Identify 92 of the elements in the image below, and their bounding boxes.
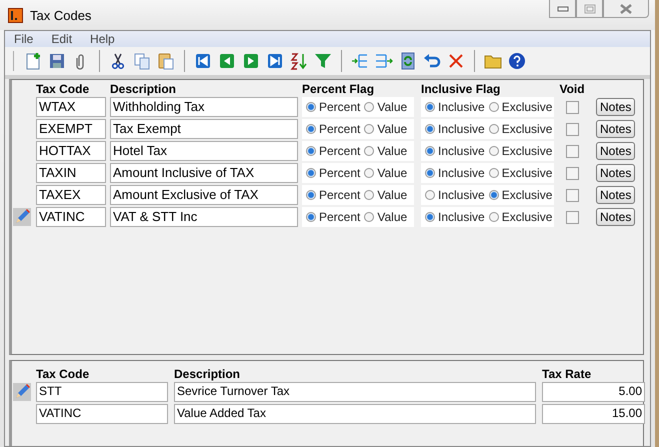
notes-button[interactable]: Notes bbox=[596, 98, 636, 116]
void-checkbox[interactable] bbox=[566, 188, 578, 202]
close-button[interactable] bbox=[603, 0, 649, 18]
description-field[interactable]: Amount Exclusive of TAX bbox=[110, 185, 298, 205]
radio-button[interactable]: Exclusive bbox=[488, 100, 552, 114]
menu-item[interactable]: File bbox=[13, 32, 34, 46]
tax-code-field[interactable]: VATINC bbox=[36, 207, 106, 227]
description-field[interactable]: Sevrice Turnover Tax bbox=[174, 382, 536, 402]
radio-button[interactable]: Inclusive bbox=[425, 166, 485, 180]
radio-button[interactable]: Value bbox=[364, 166, 408, 180]
radio-button[interactable]: Percent bbox=[306, 100, 360, 114]
description-field[interactable]: Withholding Tax bbox=[110, 97, 298, 117]
radio-button[interactable]: Exclusive bbox=[488, 210, 552, 224]
radio-button[interactable]: Inclusive bbox=[425, 100, 485, 114]
notes-button[interactable]: Notes bbox=[596, 120, 636, 138]
radio-button[interactable]: Exclusive bbox=[488, 166, 552, 180]
app-icon bbox=[8, 8, 23, 22]
void-checkbox[interactable] bbox=[566, 210, 578, 224]
description-field[interactable]: Tax Exempt bbox=[110, 119, 298, 139]
cut-icon bbox=[109, 52, 127, 70]
radio-button[interactable]: Value bbox=[364, 100, 408, 114]
column-header: Void bbox=[560, 82, 584, 96]
radio-button[interactable]: Inclusive bbox=[425, 210, 485, 224]
menu-item[interactable]: Edit bbox=[50, 32, 74, 46]
column-header: Tax Rate bbox=[542, 367, 592, 381]
void-checkbox[interactable] bbox=[566, 100, 578, 114]
help-button[interactable] bbox=[506, 51, 528, 71]
radio-button[interactable]: Percent bbox=[306, 188, 360, 202]
undo-icon bbox=[423, 52, 441, 70]
radio-button[interactable]: Exclusive bbox=[488, 188, 552, 202]
last-record-icon bbox=[266, 52, 284, 70]
copy-icon bbox=[133, 52, 151, 70]
notes-button[interactable]: Notes bbox=[596, 142, 636, 160]
tax-code-field[interactable]: HOTTAX bbox=[36, 141, 106, 161]
radio-button[interactable]: Percent bbox=[306, 166, 360, 180]
void-checkbox[interactable] bbox=[566, 144, 578, 158]
column-header: Description bbox=[110, 82, 178, 96]
next-icon bbox=[242, 52, 260, 70]
radio-button[interactable]: Inclusive bbox=[425, 144, 485, 158]
close-icon bbox=[619, 4, 633, 14]
tax-code-field[interactable]: WTAX bbox=[36, 97, 106, 117]
paste-icon bbox=[157, 52, 175, 70]
radio-button[interactable]: Percent bbox=[306, 210, 360, 224]
column-header: Tax Code bbox=[36, 367, 90, 381]
column-header: Percent Flag bbox=[302, 82, 376, 96]
maximize-button[interactable] bbox=[576, 0, 603, 18]
void-checkbox[interactable] bbox=[566, 166, 578, 180]
radio-button[interactable]: Value bbox=[364, 210, 408, 224]
previous-icon bbox=[218, 52, 236, 70]
description-field[interactable]: Value Added Tax bbox=[174, 404, 536, 424]
column-header: Tax Code bbox=[36, 82, 90, 96]
tax-code-field[interactable]: TAXIN bbox=[36, 163, 106, 183]
notes-button[interactable]: Notes bbox=[596, 208, 636, 226]
radio-button[interactable]: Inclusive bbox=[425, 188, 485, 202]
outdent-icon bbox=[375, 52, 393, 70]
menu-item[interactable]: Help bbox=[89, 32, 116, 46]
notes-button[interactable]: Notes bbox=[596, 186, 636, 204]
minimize-button[interactable] bbox=[549, 0, 576, 18]
tax-rate-field[interactable]: 15.00 bbox=[542, 404, 645, 424]
radio-button[interactable]: Value bbox=[364, 188, 408, 202]
delete-icon bbox=[447, 52, 465, 70]
description-field[interactable]: Amount Inclusive of TAX bbox=[110, 163, 298, 183]
column-header: Inclusive Flag bbox=[421, 82, 502, 96]
new-document-icon bbox=[24, 52, 42, 70]
radio-button[interactable]: Exclusive bbox=[488, 122, 552, 136]
filter-button[interactable] bbox=[312, 51, 334, 71]
window-title: Tax Codes bbox=[30, 8, 92, 22]
maximize-icon bbox=[584, 4, 596, 14]
tax-code-field[interactable]: STT bbox=[36, 382, 168, 402]
help-icon bbox=[508, 52, 526, 70]
tax-code-field[interactable]: EXEMPT bbox=[36, 119, 106, 139]
refresh-icon bbox=[399, 52, 417, 70]
first-record-icon bbox=[194, 52, 212, 70]
description-field[interactable]: Hotel Tax bbox=[110, 141, 298, 161]
radio-button[interactable]: Exclusive bbox=[488, 144, 552, 158]
radio-button[interactable]: Value bbox=[364, 144, 408, 158]
radio-button[interactable]: Value bbox=[364, 122, 408, 136]
radio-button[interactable]: Percent bbox=[306, 144, 360, 158]
column-header: Description bbox=[174, 367, 242, 381]
tax-code-field[interactable]: TAXEX bbox=[36, 185, 106, 205]
filter-icon bbox=[314, 52, 332, 70]
save-icon bbox=[48, 52, 66, 70]
minimize-icon bbox=[556, 6, 568, 12]
sort-icon bbox=[290, 52, 308, 70]
radio-button[interactable]: Inclusive bbox=[425, 122, 485, 136]
indent-icon bbox=[351, 52, 369, 70]
tax-code-field[interactable]: VATINC bbox=[36, 404, 168, 424]
void-checkbox[interactable] bbox=[566, 122, 578, 136]
radio-button[interactable]: Percent bbox=[306, 122, 360, 136]
tax-rate-field[interactable]: 5.00 bbox=[542, 382, 645, 402]
notes-button[interactable]: Notes bbox=[596, 164, 636, 182]
description-field[interactable]: VAT & STT Inc bbox=[110, 207, 298, 227]
